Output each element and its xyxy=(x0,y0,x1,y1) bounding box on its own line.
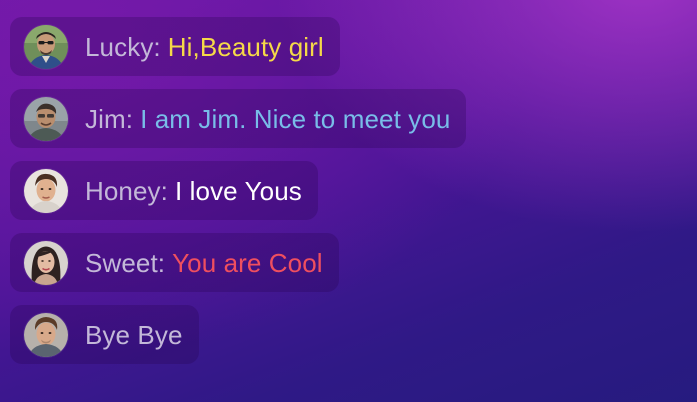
name-separator: : xyxy=(153,31,161,62)
sender-name[interactable]: Jim xyxy=(85,104,126,134)
message-text: Hi,Beauty girl xyxy=(167,31,324,62)
name-separator: : xyxy=(157,247,166,278)
chat-message: Jim: I am Jim. Nice to meet you xyxy=(10,89,467,148)
message-line: Bye Bye xyxy=(85,320,183,350)
user-avatar-icon[interactable] xyxy=(24,312,68,357)
message-text: You are Cool xyxy=(172,247,323,278)
user-avatar-icon[interactable] xyxy=(24,168,68,213)
message-text: I love Yous xyxy=(174,175,302,206)
user-avatar-icon[interactable] xyxy=(24,240,68,285)
message-line: Jim: I am Jim. Nice to meet you xyxy=(85,104,450,134)
user-avatar-icon[interactable] xyxy=(24,24,68,69)
sender-name[interactable]: Honey xyxy=(85,176,161,206)
name-separator: : xyxy=(125,103,134,134)
message-line: Lucky: Hi,Beauty girl xyxy=(85,32,324,62)
chat-message: Sweet: You are Cool xyxy=(10,233,339,292)
sender-name[interactable]: Sweet xyxy=(85,248,158,278)
message-text: I am Jim. Nice to meet you xyxy=(140,103,451,134)
chat-message: Honey: I love Yous xyxy=(10,161,318,220)
user-avatar-icon[interactable] xyxy=(24,96,68,141)
chat-message: Bye Bye xyxy=(10,305,199,364)
message-line: Honey: I love Yous xyxy=(85,176,302,206)
message-text: Bye Bye xyxy=(85,319,183,350)
sender-name[interactable]: Lucky xyxy=(85,32,153,62)
name-separator: : xyxy=(160,175,168,206)
message-line: Sweet: You are Cool xyxy=(85,248,323,278)
chat-message: Lucky: Hi,Beauty girl xyxy=(10,17,340,76)
